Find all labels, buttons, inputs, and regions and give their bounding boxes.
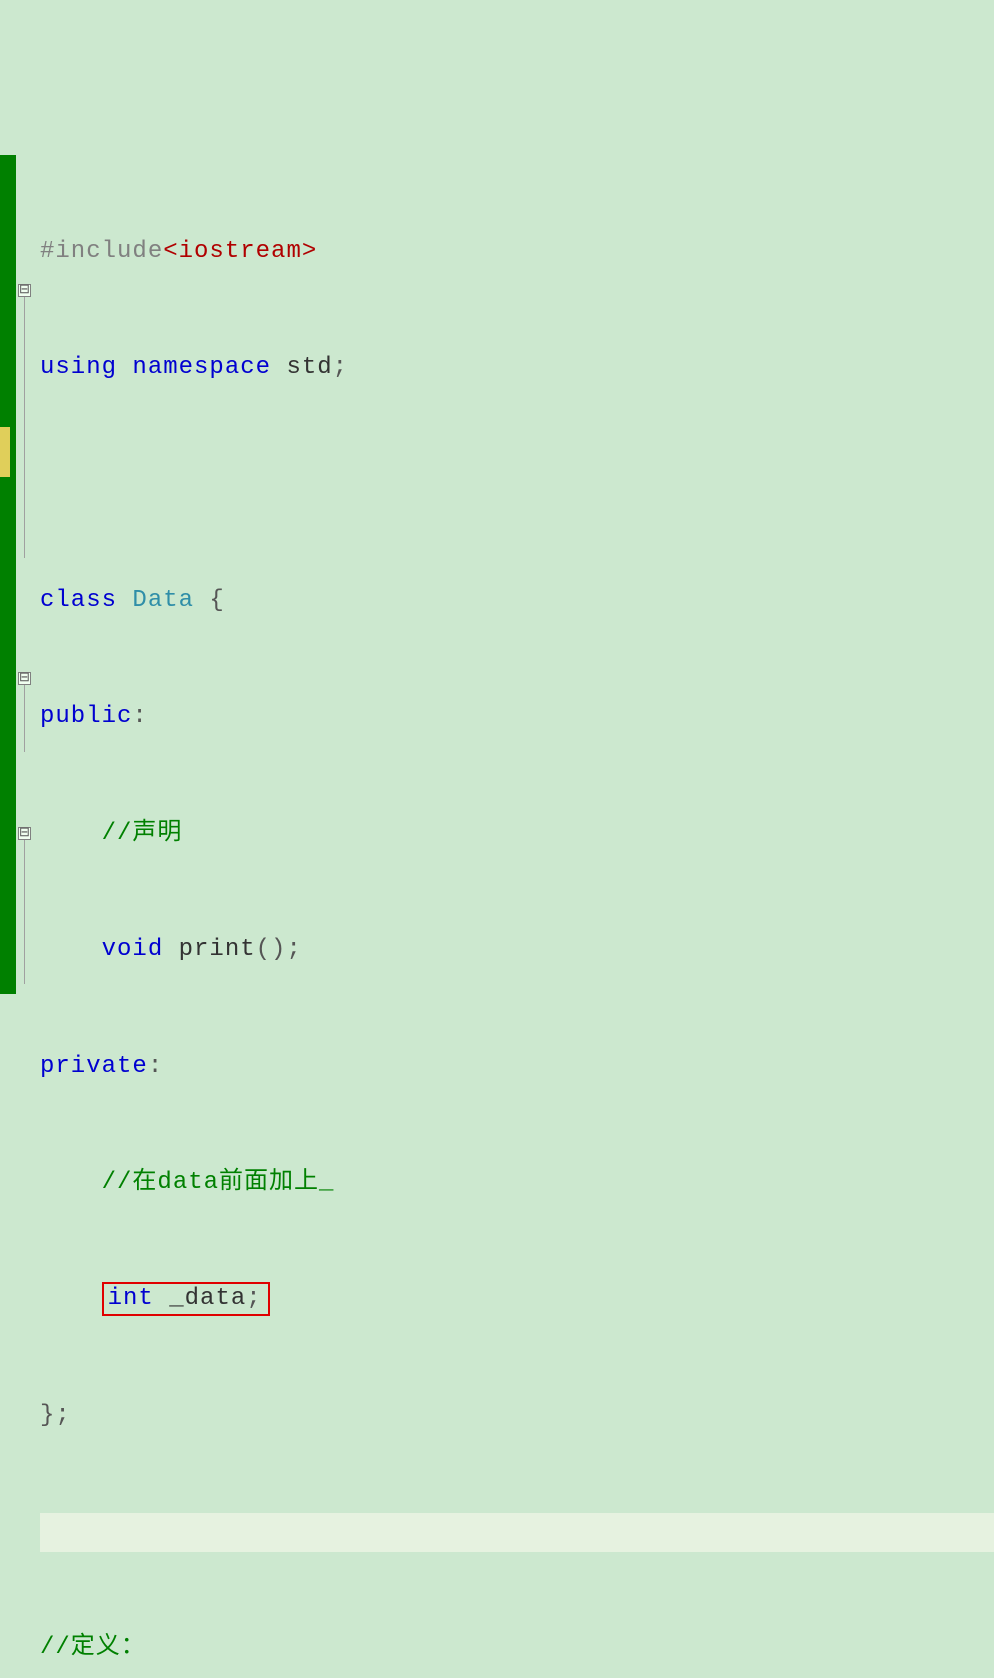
code-line[interactable]: public: <box>40 698 994 737</box>
comment: //在data前面加上_ <box>40 1169 334 1196</box>
punct: ; <box>246 1285 261 1312</box>
code-line[interactable]: void print(); <box>40 931 994 970</box>
punct: (); <box>256 936 302 963</box>
fold-guide <box>24 297 25 558</box>
fold-toggle-main[interactable]: ⊟ <box>18 827 31 840</box>
comment: //定义： <box>40 1634 146 1661</box>
code-line[interactable]: using namespace std; <box>40 349 994 388</box>
space <box>163 936 178 963</box>
keyword: void <box>102 936 164 963</box>
text: _ <box>154 1285 185 1312</box>
code-area[interactable]: #include<iostream> using namespace std; … <box>36 155 994 994</box>
fold-guide <box>24 840 25 984</box>
punct: : <box>148 1053 163 1080</box>
code-line[interactable]: //声明 <box>40 815 994 854</box>
class-name: Data <box>132 587 194 614</box>
punct: : <box>132 703 147 730</box>
fold-column[interactable]: ⊟ ⊟ ⊟ <box>16 155 36 994</box>
code-line[interactable]: int _data; <box>40 1280 994 1319</box>
keyword: int <box>108 1285 154 1312</box>
punct: { <box>194 587 225 614</box>
keyword: private <box>40 1053 148 1080</box>
func-name: print <box>179 936 256 963</box>
keyword: class <box>40 587 117 614</box>
code-line[interactable]: private: <box>40 1048 994 1087</box>
punct: ; <box>333 354 348 381</box>
code-line[interactable]: }; <box>40 1397 994 1436</box>
punct: }; <box>40 1402 71 1429</box>
indent <box>40 936 102 963</box>
code-line-empty[interactable] <box>40 466 994 505</box>
code-line[interactable]: //定义： <box>40 1629 994 1668</box>
code-line[interactable]: //在data前面加上_ <box>40 1164 994 1203</box>
code-line-current[interactable] <box>40 1513 994 1552</box>
identifier: std <box>286 354 332 381</box>
space <box>117 587 132 614</box>
code-editor[interactable]: ⊟ ⊟ ⊟ #include<iostream> using namespace… <box>0 155 994 994</box>
gutter-margin <box>0 155 16 994</box>
member: data <box>185 1285 247 1312</box>
fold-toggle-class[interactable]: ⊟ <box>18 284 31 297</box>
fold-guide <box>24 685 25 752</box>
code-line[interactable]: class Data { <box>40 582 994 621</box>
include-header: <iostream> <box>163 238 317 265</box>
preprocessor: #include <box>40 238 163 265</box>
comment: //声明 <box>40 820 182 847</box>
keyword: namespace <box>117 354 286 381</box>
change-marker <box>0 427 10 477</box>
code-line[interactable]: #include<iostream> <box>40 233 994 272</box>
keyword: using <box>40 354 117 381</box>
highlight-box: int _data; <box>102 1282 270 1316</box>
fold-toggle-func[interactable]: ⊟ <box>18 672 31 685</box>
keyword: public <box>40 703 132 730</box>
